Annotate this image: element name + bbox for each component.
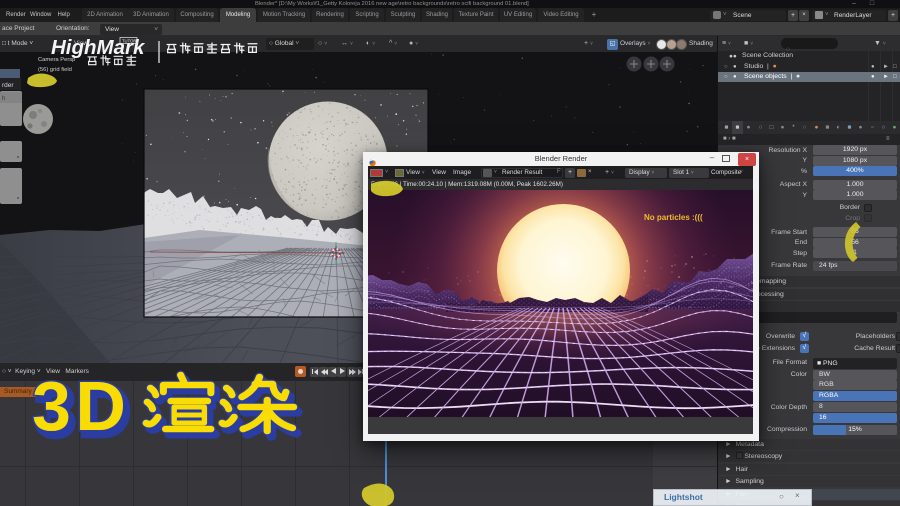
svg-text:3D: 3D (32, 367, 130, 445)
svg-text:rder: rder (2, 82, 14, 89)
svg-text:TUTOR: TUTOR (122, 39, 136, 44)
svg-text:h: h (2, 96, 5, 102)
svg-text:No particles :(((: No particles :((( (644, 213, 703, 222)
svg-text:(56) grid field: (56) grid field (38, 67, 72, 73)
